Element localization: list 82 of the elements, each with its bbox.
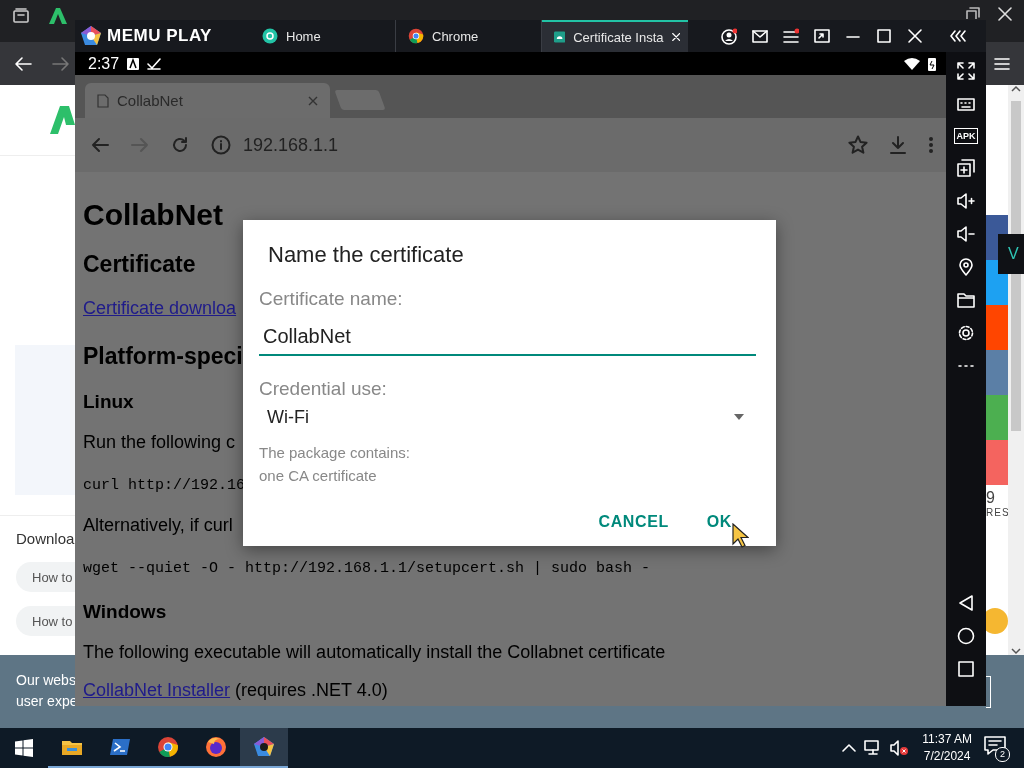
question-chip[interactable]: How to: [16, 606, 75, 636]
chrome-icon: [408, 28, 424, 44]
section-heading: Downloa: [16, 530, 75, 547]
subsection-heading: Windows: [83, 600, 167, 624]
logo-icon: [49, 105, 75, 135]
paragraph: The following executable will automatically install the Collabnet certificate: [83, 641, 666, 664]
share-label: RES: [986, 507, 1008, 518]
notification-icon: [984, 736, 1006, 756]
maximize-icon[interactable]: [875, 27, 892, 45]
notification-button[interactable]: 2: [984, 736, 1008, 760]
brand-name: MEMU PLAY: [107, 26, 212, 46]
name-field[interactable]: CollabNet: [259, 322, 756, 356]
chevron-up-icon[interactable]: [842, 743, 857, 753]
page-heading: CollabNet: [83, 197, 223, 233]
code-line: curl http://192.16: [83, 476, 246, 496]
menu-icon[interactable]: [994, 56, 1010, 71]
scroll-down-icon: [1011, 647, 1021, 655]
restore-icon[interactable]: [966, 7, 980, 19]
keyboard-icon[interactable]: [957, 95, 975, 113]
notification-count: 2: [995, 747, 1010, 762]
subsection-heading: Linux: [83, 390, 134, 414]
checkmark-icon: [147, 57, 162, 70]
reload-icon[interactable]: [171, 136, 189, 154]
settings-icon[interactable]: [957, 324, 975, 342]
dropdown-arrow-icon: [734, 414, 744, 420]
hexagon-app-icon[interactable]: [253, 736, 275, 758]
emulator-tab[interactable]: Certificate Insta: [542, 20, 688, 52]
android-icon: [554, 29, 566, 45]
field-label: Credential use:: [259, 377, 388, 401]
volume-down-icon[interactable]: [957, 225, 975, 243]
section-heading: Platform-speci: [83, 342, 243, 371]
multi-window-icon[interactable]: [957, 159, 975, 177]
page-icon: [97, 93, 109, 108]
star-icon[interactable]: [848, 135, 868, 155]
field-label: Certificate name:: [259, 287, 404, 311]
chrome-icon[interactable]: [157, 736, 179, 758]
package-info: The package contains: one CA certificate: [259, 443, 411, 486]
section-heading: Certificate: [83, 250, 196, 279]
collapse-icon[interactable]: [950, 27, 966, 45]
terminal-icon[interactable]: [109, 736, 131, 758]
wifi-icon: [904, 57, 920, 70]
download-icon[interactable]: [890, 136, 906, 154]
apk-install-button[interactable]: APK: [954, 128, 978, 144]
account-icon[interactable]: [720, 27, 737, 45]
menu-icon[interactable]: [782, 27, 799, 45]
tooltip: V: [998, 234, 1024, 274]
circle-app-icon: [262, 28, 278, 44]
status-time: 2:37: [88, 54, 120, 73]
cookie-notice: Our webs user expe: [15, 671, 76, 711]
volume-up-icon[interactable]: [957, 192, 975, 210]
screen-icon[interactable]: [813, 27, 830, 45]
back-icon[interactable]: [957, 594, 975, 612]
code-line: wget --quiet -O - http://192.168.1.1/setupcert.sh | sudo bash -: [83, 559, 651, 579]
volume-muted-icon[interactable]: [890, 740, 909, 756]
forward-icon[interactable]: [52, 55, 70, 72]
info-icon: [211, 135, 231, 155]
battery-icon: [928, 56, 936, 71]
scroll-up-icon: [1011, 85, 1021, 93]
hexagon-logo-icon: [80, 25, 102, 47]
dialog-title: Name the certificate: [267, 241, 465, 269]
pointer-icon: [731, 523, 749, 549]
location-icon[interactable]: [957, 258, 975, 276]
question-chip[interactable]: How to: [16, 562, 75, 592]
share-count: 9: [986, 489, 996, 507]
credential-dropdown[interactable]: Wi-Fi: [259, 402, 756, 432]
scrollbar[interactable]: [1008, 85, 1024, 655]
mail-icon[interactable]: [751, 27, 768, 45]
dialog-button[interactable]: CANCEL: [590, 509, 677, 535]
home-icon[interactable]: [957, 627, 975, 645]
recents-icon[interactable]: [957, 660, 975, 678]
clock[interactable]: 11:37 AM 7/2/2024: [922, 731, 972, 765]
tab-list-icon[interactable]: [12, 7, 30, 23]
paragraph: Run the following c: [83, 431, 236, 454]
paragraph: Alternatively, if curl: [83, 514, 233, 537]
close-icon[interactable]: [906, 27, 923, 45]
firefox-icon[interactable]: [205, 736, 227, 758]
fullscreen-icon[interactable]: [957, 62, 975, 80]
favicon-icon[interactable]: [48, 7, 68, 25]
folder-icon[interactable]: [957, 291, 975, 309]
notification-badge-icon: [127, 57, 140, 70]
paragraph: (requires .NET 4.0): [235, 679, 388, 702]
windows-start-icon[interactable]: [15, 739, 33, 757]
